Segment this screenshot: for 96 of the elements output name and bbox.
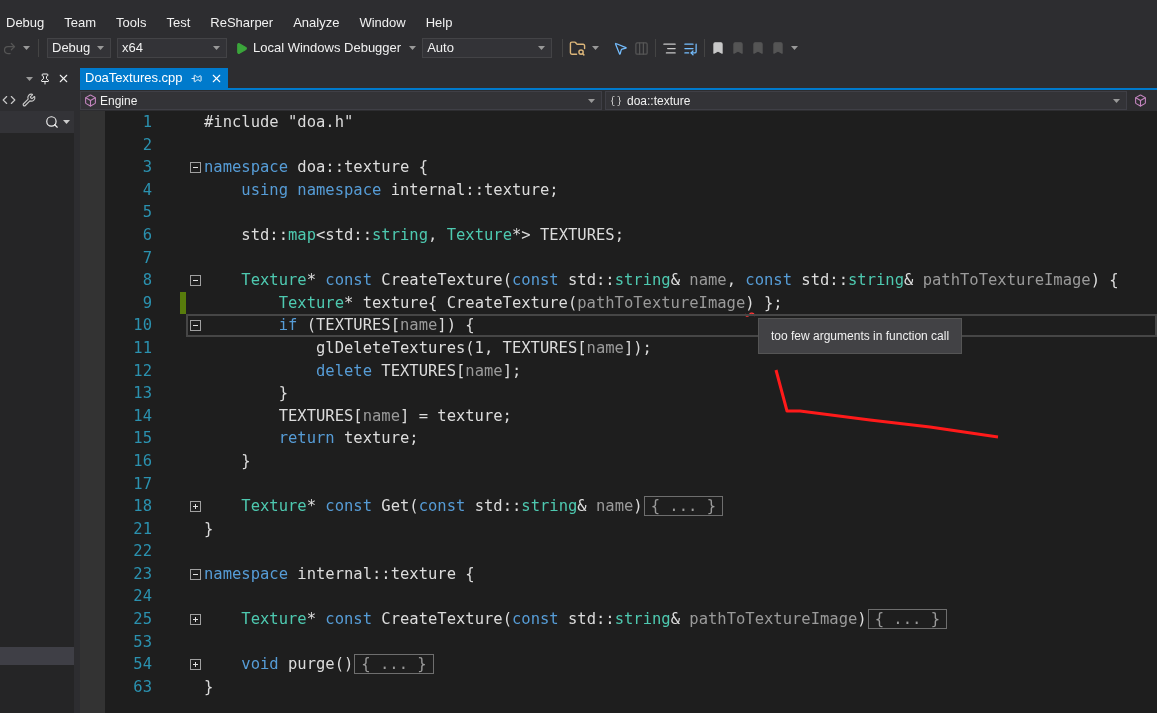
line-number: 23 <box>132 563 152 585</box>
code-line: TEXTURES[name] = texture; <box>277 405 512 427</box>
expand-icon[interactable] <box>189 613 201 625</box>
collapse-icon[interactable] <box>189 568 201 580</box>
dropdown-caret-icon[interactable] <box>791 46 799 50</box>
bookmark-icon[interactable] <box>711 41 726 55</box>
menu-item[interactable]: Help <box>425 12 453 32</box>
line-number: 21 <box>132 518 152 540</box>
code-icon[interactable] <box>2 93 16 107</box>
configuration-dropdown[interactable]: Debug <box>47 38 111 58</box>
search-icon <box>45 115 59 129</box>
close-icon[interactable] <box>57 72 70 85</box>
project-dropdown[interactable]: Engine <box>80 91 602 110</box>
dropdown-caret-icon[interactable] <box>592 46 600 50</box>
dropdown-caret-icon <box>588 98 595 103</box>
code-line: namespace doa::texture { <box>204 157 428 179</box>
search-field[interactable] <box>0 111 74 133</box>
target-dropdown[interactable]: Auto <box>422 38 553 58</box>
collapse-icon[interactable] <box>189 320 201 332</box>
collapse-icon[interactable] <box>189 162 201 173</box>
line-number: 18 <box>132 496 152 518</box>
line-number: 5 <box>141 202 152 224</box>
platform-dropdown[interactable]: x64 <box>117 38 227 58</box>
code-line: Texture* const CreateTexture(const std::string& name, const std::string& pathToTextureImage) { <box>240 270 1119 292</box>
code-line: } <box>204 518 214 540</box>
line-number: 53 <box>132 631 152 653</box>
collapsed-block[interactable]: { ... } <box>354 654 434 675</box>
line-number: 10 <box>132 315 152 337</box>
dropdown-caret-icon <box>1113 98 1120 103</box>
dropdown-caret-icon[interactable] <box>23 46 30 50</box>
menu-item[interactable]: Team <box>64 12 97 32</box>
line-number: 3 <box>141 157 152 179</box>
line-number: 12 <box>132 360 152 382</box>
line-number: 1 <box>141 112 152 133</box>
menu-item[interactable]: Analyze <box>293 12 340 32</box>
dropdown-caret-icon[interactable] <box>538 46 546 50</box>
collapse-icon[interactable] <box>189 274 201 286</box>
uncomment-lines-icon[interactable] <box>683 40 699 56</box>
dropdown-caret-icon[interactable] <box>63 120 70 124</box>
code-line: return texture; <box>277 428 419 450</box>
code-line: } <box>240 450 251 472</box>
line-number: 54 <box>132 654 152 676</box>
scope-dropdown[interactable]: doa::texture <box>605 91 1127 110</box>
code-line: if (TEXTURES[name]) { <box>277 315 475 337</box>
line-number: 16 <box>132 450 152 472</box>
code-line: using namespace internal::texture; <box>240 179 559 201</box>
start-debugger-button[interactable]: Local Windows Debugger <box>233 38 404 58</box>
line-number: 15 <box>132 428 152 450</box>
dropdown-caret-icon[interactable] <box>213 46 220 50</box>
code-line: } <box>204 676 214 698</box>
line-number: 63 <box>132 676 152 698</box>
code-line: Texture* const CreateTexture(const std::string& pathToTextureImage) { ... } <box>204 608 947 631</box>
wrench-icon[interactable] <box>22 93 36 107</box>
expand-icon[interactable] <box>189 659 201 671</box>
code-line: delete TEXTURES[name]; <box>314 360 522 382</box>
code-line: namespace internal::texture { <box>204 563 475 585</box>
line-number: 17 <box>132 473 152 495</box>
line-number: 9 <box>141 292 152 314</box>
expand-icon[interactable] <box>189 500 201 512</box>
braces-icon <box>610 94 622 107</box>
menu-item[interactable]: Test <box>166 12 191 32</box>
menu-item[interactable]: Tools <box>116 12 147 32</box>
line-number: 6 <box>141 224 152 246</box>
line-number: 7 <box>141 247 152 269</box>
line-number: 2 <box>141 134 152 156</box>
find-in-files-icon[interactable] <box>569 39 587 57</box>
line-number: 13 <box>132 383 152 405</box>
line-number: 14 <box>132 405 152 427</box>
code-line: Texture* texture{ CreateTexture(pathToTextureImage) }; <box>277 292 783 314</box>
line-number: 24 <box>132 586 152 608</box>
panel-menu-caret-icon[interactable] <box>26 76 33 81</box>
line-number: 8 <box>141 270 152 292</box>
play-icon <box>235 41 248 55</box>
dropdown-caret-icon[interactable] <box>97 46 104 50</box>
code-line: std::map<std::string, Texture*> TEXTURES; <box>240 224 624 246</box>
code-line: #include "doa.h" <box>204 112 354 133</box>
line-number: 25 <box>132 609 152 631</box>
line-number: 4 <box>141 179 152 201</box>
menu-item[interactable]: Debug <box>6 12 45 32</box>
code-line: } <box>277 383 288 405</box>
pin-icon[interactable] <box>39 72 51 85</box>
member-icon[interactable] <box>1134 94 1147 107</box>
menu-item[interactable]: ReSharper <box>210 12 274 32</box>
pointer-icon[interactable] <box>613 40 629 56</box>
collapsed-block[interactable]: { ... } <box>643 496 723 517</box>
menu-item[interactable]: Window <box>359 12 406 32</box>
code-line: void purge() { ... } <box>204 653 434 676</box>
error-tooltip: too few arguments in function call <box>758 318 963 354</box>
collapsed-block[interactable]: { ... } <box>867 609 947 630</box>
line-number: 11 <box>132 337 152 359</box>
dropdown-caret-icon[interactable] <box>409 46 417 50</box>
project-icon <box>84 94 97 107</box>
line-number: 22 <box>132 541 152 563</box>
code-line: Texture* const Get(const std::string& name) { ... } <box>204 495 723 518</box>
code-line: glDeleteTextures(1, TEXTURES[name]); <box>314 337 652 359</box>
comment-lines-icon[interactable] <box>662 40 678 56</box>
